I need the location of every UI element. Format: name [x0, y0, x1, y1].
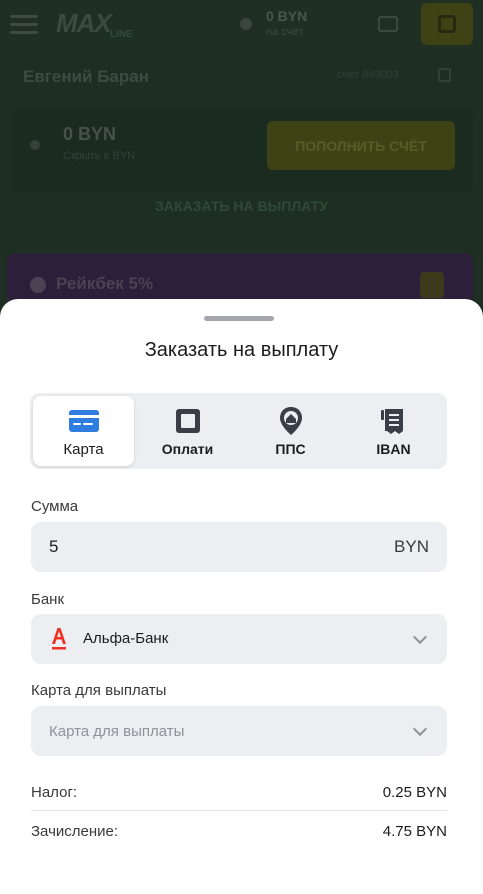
bank-name: Альфа-Банк	[83, 630, 169, 647]
tab-label: Оплати	[161, 441, 214, 457]
account-number: счёт 849003	[337, 69, 400, 81]
summary-divider	[31, 810, 447, 811]
balance-amount: 0 BYN	[63, 124, 117, 144]
user-name: Евгений Баран	[23, 67, 149, 86]
cashback-icon	[30, 277, 46, 293]
deposit-button[interactable]: ПОПОЛНИТЬ СЧЁТ	[267, 121, 455, 170]
card-input[interactable]	[49, 706, 389, 756]
tax-row: Налог: 0.25 BYN	[31, 784, 447, 804]
tab-oplati[interactable]: Оплати	[137, 396, 238, 466]
coin-icon	[240, 18, 252, 30]
chevron-down-icon	[412, 629, 428, 645]
sheet-title: Заказать на выплату	[144, 339, 339, 361]
cashback-button[interactable]	[420, 272, 444, 298]
credit-label: Зачисление:	[31, 823, 119, 840]
top-bar: MAX LINE 0 BYN на счёт	[0, 0, 483, 50]
card-icon	[68, 405, 100, 437]
chevron-down-icon	[412, 721, 428, 737]
card-select[interactable]	[31, 706, 447, 756]
credit-row: Зачисление: 4.75 BYN	[31, 823, 447, 843]
profile-action-button[interactable]	[421, 3, 473, 45]
tab-label: Карта	[63, 441, 104, 458]
oplati-icon	[172, 405, 204, 437]
tab-pps[interactable]: ППС	[240, 396, 341, 466]
logo: MAX LINE	[56, 8, 133, 40]
tab-label: ППС	[275, 441, 306, 457]
sheet-grabber[interactable]	[204, 316, 274, 321]
tab-card[interactable]: Карта	[33, 396, 134, 466]
message-icon[interactable]	[378, 16, 398, 32]
amount-currency: BYN	[394, 537, 429, 556]
top-balance-sub: на счёт	[266, 26, 304, 38]
balance-icon	[30, 140, 40, 150]
menu-icon[interactable]	[10, 15, 38, 34]
amount-field[interactable]: 5 BYN	[31, 522, 447, 572]
tax-value: 0.25 BYN	[382, 784, 447, 801]
tab-label: IBAN	[376, 441, 411, 457]
payment-method-tabs: Карта Оплати ППС IBAN	[30, 393, 447, 469]
location-pin-icon	[275, 405, 307, 437]
bank-label: Банк	[31, 591, 65, 608]
amount-value: 5	[49, 537, 59, 556]
copy-icon[interactable]	[438, 68, 451, 82]
top-balance: 0 BYN	[266, 8, 308, 24]
card-label: Карта для выплаты	[31, 682, 167, 699]
bank-select[interactable]: Альфа-Банк	[31, 614, 447, 664]
cashback-text: Рейкбек 5%	[56, 274, 154, 293]
alfa-bank-logo-icon	[51, 627, 67, 651]
withdraw-link[interactable]: ЗАКАЗАТЬ НА ВЫПЛАТУ	[0, 198, 483, 214]
balance-sub: Скрыть в BYN	[63, 150, 136, 162]
iban-icon	[378, 405, 410, 437]
tab-iban[interactable]: IBAN	[343, 396, 444, 466]
withdraw-sheet: Заказать на выплату Карта Оплати ППС IBA…	[0, 299, 483, 894]
credit-value: 4.75 BYN	[382, 823, 447, 840]
tax-label: Налог:	[31, 784, 78, 801]
wallet-icon	[438, 15, 456, 33]
amount-label: Сумма	[31, 498, 79, 515]
